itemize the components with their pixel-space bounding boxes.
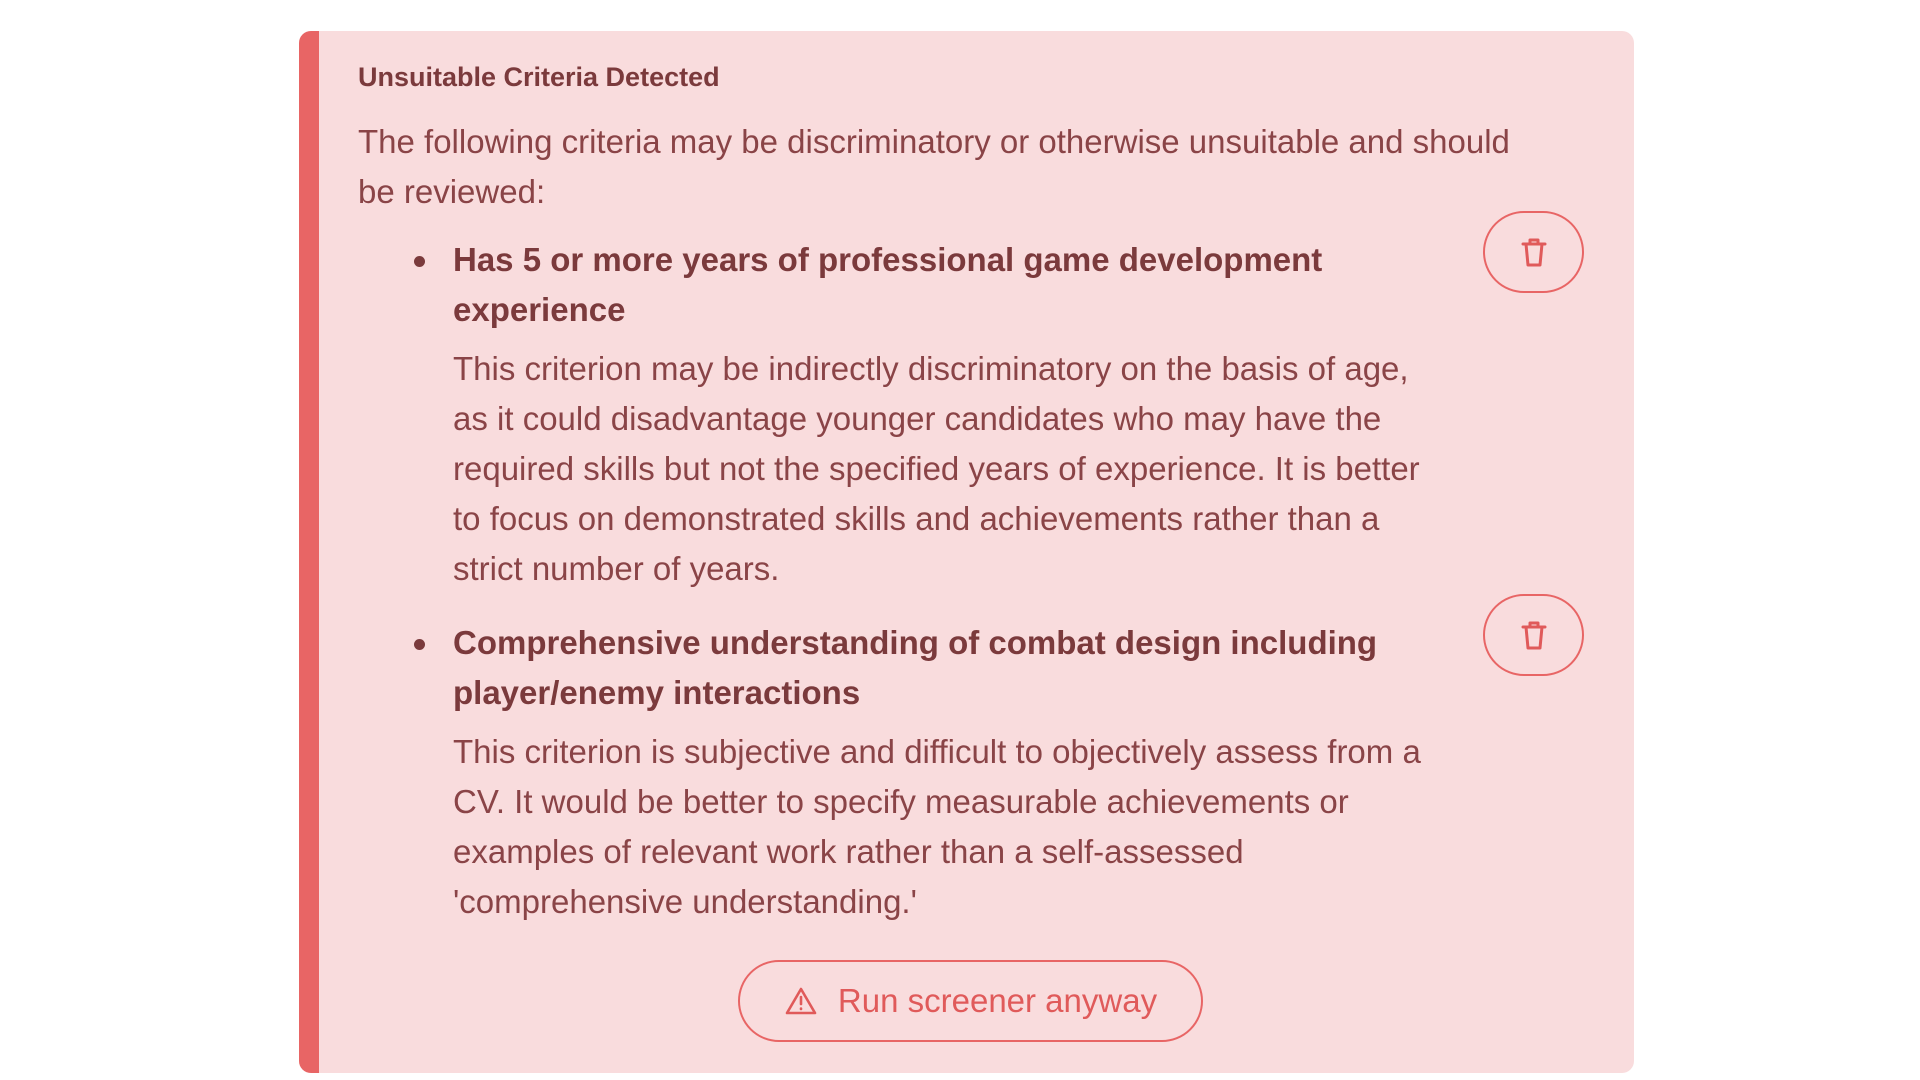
criterion-title: Has 5 or more years of professional game… <box>453 241 1323 328</box>
criterion-item: Has 5 or more years of professional game… <box>358 211 1588 594</box>
bullet-dot <box>414 639 425 650</box>
delete-criterion-button[interactable] <box>1483 211 1584 293</box>
criterion-item: Comprehensive understanding of combat de… <box>358 594 1588 927</box>
alert-accent-bar <box>299 31 319 1073</box>
unsuitable-criteria-alert: Unsuitable Criteria Detected The followi… <box>299 31 1634 1073</box>
trash-icon <box>1520 236 1548 268</box>
criterion-description: This criterion is subjective and difficu… <box>453 733 1421 920</box>
run-screener-anyway-button[interactable]: Run screener anyway <box>738 960 1203 1042</box>
trash-icon <box>1520 619 1548 651</box>
alert-title: Unsuitable Criteria Detected <box>358 62 720 92</box>
criterion-description: This criterion may be indirectly discrim… <box>453 350 1420 587</box>
delete-criterion-button[interactable] <box>1483 594 1584 676</box>
bullet-dot <box>414 256 425 267</box>
warning-triangle-icon <box>784 986 818 1016</box>
criterion-title: Comprehensive understanding of combat de… <box>453 624 1378 711</box>
alert-intro: The following criteria may be discrimina… <box>358 123 1510 210</box>
criteria-list: Has 5 or more years of professional game… <box>358 211 1588 927</box>
run-screener-anyway-label: Run screener anyway <box>837 982 1158 1019</box>
